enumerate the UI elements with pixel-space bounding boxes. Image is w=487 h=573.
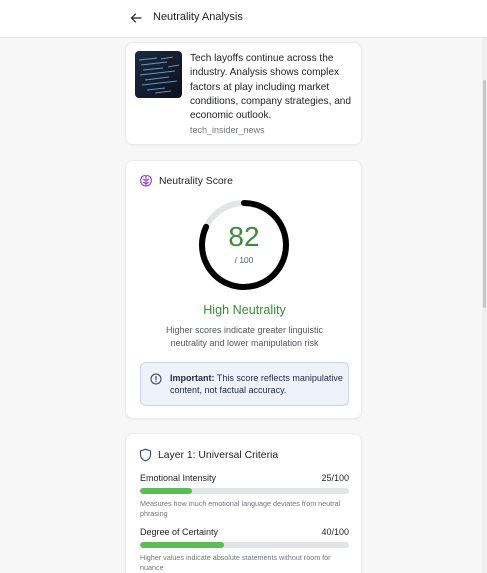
criterion-description: Higher values indicate absolute statemen… (140, 553, 331, 572)
score-value: 82 (228, 221, 260, 252)
criterion-score: 25/100 (321, 473, 349, 483)
criterion-bar-fill (140, 488, 193, 494)
brain-icon (140, 175, 152, 187)
info-icon (150, 373, 162, 385)
shield-icon (139, 448, 152, 462)
criterion-degree-of-certainty: Degree of Certainty 40/100 Higher values… (140, 527, 349, 573)
app-header: Neutrality Analysis (0, 0, 487, 38)
criterion-name: Degree of Certainty (140, 527, 219, 537)
score-description: Higher scores indicate greater linguisti… (165, 325, 324, 348)
neutrality-score-card: Neutrality Score 82 / 100 High Neutralit… (125, 160, 362, 419)
score-heading: Neutrality Score (139, 174, 233, 188)
criterion-description: Measures how much emotional language dev… (140, 499, 341, 518)
criterion-bar-track (140, 488, 349, 494)
criterion-score: 40/100 (321, 527, 349, 537)
notice-strong: Important: (170, 373, 215, 383)
score-heading-label: Neutrality Score (159, 175, 233, 187)
article-thumbnail (135, 51, 182, 98)
layer1-heading: Layer 1: Universal Criteria (139, 448, 278, 462)
criterion-bar-fill (140, 542, 224, 548)
back-button[interactable] (127, 9, 145, 27)
important-notice: Important: This score reflects manipulat… (140, 362, 349, 406)
article-source[interactable]: tech_insider_news (190, 125, 265, 135)
layer1-card: Layer 1: Universal Criteria Emotional In… (125, 433, 362, 573)
criterion-emotional-intensity: Emotional Intensity 25/100 Measures how … (140, 473, 349, 519)
arrow-left-icon (130, 13, 142, 23)
article-card: Tech layoffs continue across the industr… (125, 42, 362, 145)
criterion-name: Emotional Intensity (140, 473, 217, 483)
article-summary: Tech layoffs continue across the industr… (190, 53, 352, 122)
criterion-bar-track (140, 542, 349, 548)
scrollbar[interactable] (482, 38, 487, 573)
page-title: Neutrality Analysis (153, 11, 243, 23)
scrollbar-thumb[interactable] (483, 80, 486, 308)
notice-text: Important: This score reflects manipulat… (170, 372, 344, 397)
score-total: / 100 (234, 255, 254, 265)
neutrality-level: High Neutrality (203, 303, 286, 317)
layer1-heading-label: Layer 1: Universal Criteria (158, 449, 279, 461)
